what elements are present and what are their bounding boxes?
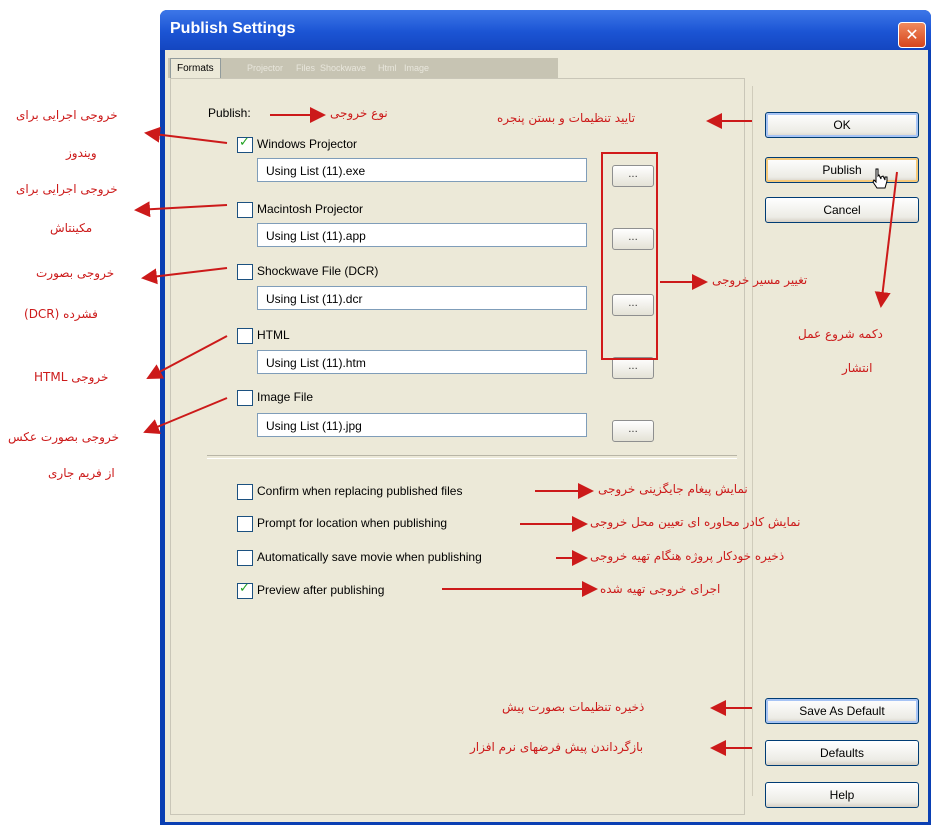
annotation-mac-1: خروجی اجرایی برای [16,182,118,196]
annotation-publish-2: انتشار [842,361,873,375]
annotation-output-type: نوع خروجی [330,106,388,120]
annotation-dcr-2: فشرده (DCR) [24,307,98,321]
annotation-windows-2: ویندوز [66,146,97,160]
arrow-publish [874,171,898,308]
annotation-confirm-replace: نمایش پیغام جایگزینی خروجی [598,482,748,496]
arrow-mac [134,201,228,218]
arrow-image [143,397,228,435]
annotation-ok: تایید تنظیمات و بستن پنجره [497,111,636,125]
annotation-image-1: خروجی بصورت عکس [8,430,120,444]
annotation-windows-1: خروجی اجرایی برای [16,108,118,122]
annotation-dcr-1: خروجی بصورت [36,266,115,280]
annotation-arrows [134,107,898,756]
annotation-mac-2: مکینتاش [50,221,93,235]
annotation-publish-1: دکمه شروع عمل [798,327,883,341]
annotation-preview: اجرای خروجی تهیه شده [600,582,721,596]
annotation-save-default: ذخیره تنظیمات بصورت پیش [502,700,645,714]
annotation-image-2: از فریم جاری [48,466,115,480]
annotation-html: خروجی HTML [34,370,109,384]
arrow-dcr [141,267,228,285]
arrow-windows [144,126,228,144]
annotation-restore-defaults: بازگرداندن پیش فرضهای نرم افزار [470,740,644,754]
annotation-prompt-location: نمایش کادر محاوره ای تعیین محل خروجی [590,515,801,529]
annotation-change-path: تغییر مسیر خروجی [712,273,808,287]
arrow-html [146,335,228,379]
annotation-autosave: ذخیره خودکار پروژه هنگام تهیه خروجی [590,549,785,563]
